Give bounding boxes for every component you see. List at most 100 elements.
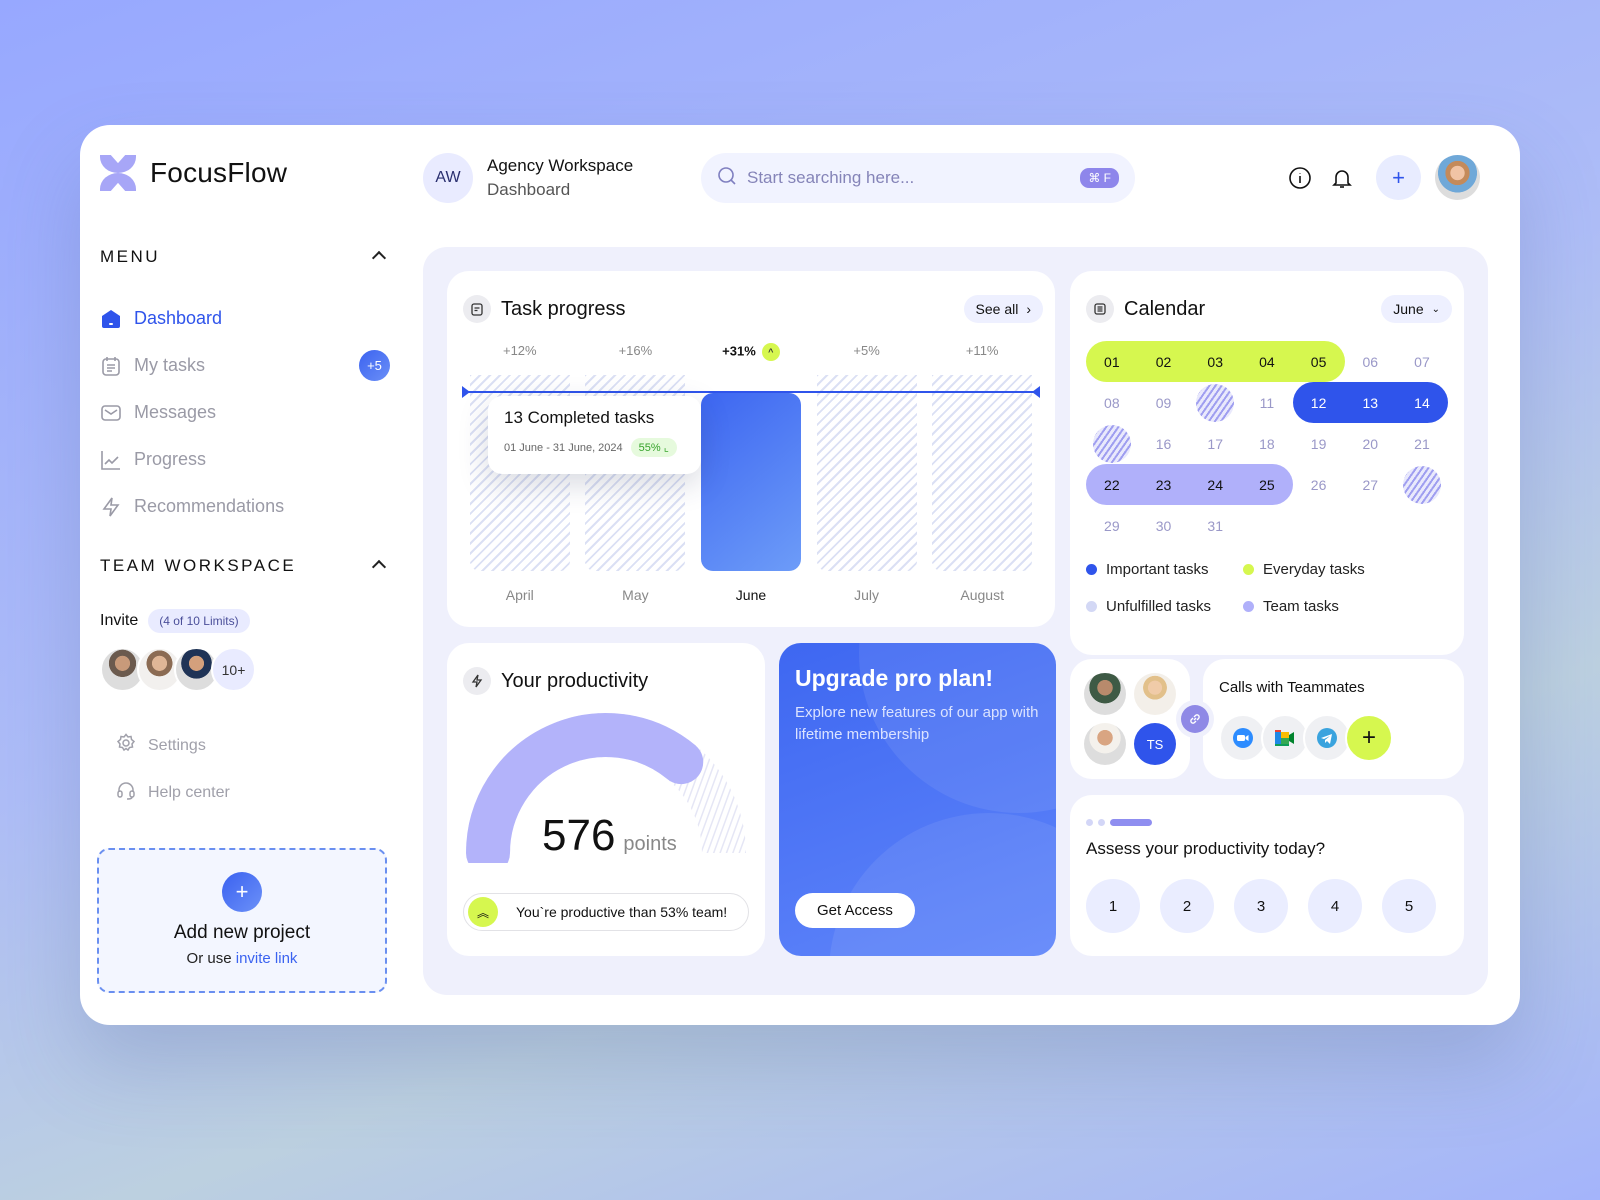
sidebar-item-label: My tasks — [134, 355, 206, 375]
sidebar-item-label: Messages — [134, 402, 217, 422]
workspace-header: AW Agency Workspace Dashboard — [423, 153, 633, 203]
calendar-day[interactable]: 18 — [1241, 423, 1293, 464]
add-project-subtitle: Or use invite link — [99, 950, 385, 967]
add-button[interactable]: + — [1376, 155, 1421, 200]
teammates-card: TS — [1070, 659, 1190, 779]
dashboard-main: Task progress See all › +12% +16% +31% ^ +5%… — [423, 247, 1488, 995]
sidebar-item-dashboard[interactable]: Dashboard — [100, 295, 390, 342]
search-icon — [717, 166, 737, 191]
calendar-week: 08 09 11 12 13 14 — [1086, 382, 1448, 423]
calendar-day[interactable]: 31 — [1189, 505, 1241, 546]
calendar-day[interactable] — [1189, 382, 1241, 423]
avatar[interactable] — [1134, 673, 1176, 715]
menu-section-header[interactable]: MENU — [100, 247, 390, 267]
calendar-day[interactable]: 09 — [1138, 382, 1190, 423]
calendar-day[interactable]: 04 — [1241, 341, 1293, 382]
bell-icon[interactable] — [1328, 164, 1356, 192]
calendar-day[interactable]: 07 — [1396, 341, 1448, 382]
calendar-day[interactable]: 27 — [1344, 464, 1396, 505]
sidebar-item-progress[interactable]: Progress — [100, 436, 390, 483]
calendar-day[interactable]: 12 — [1293, 382, 1345, 423]
zoom-icon[interactable] — [1219, 714, 1267, 762]
calendar-week: 16 17 18 19 20 21 — [1086, 423, 1448, 464]
calendar-day[interactable]: 05 — [1293, 341, 1345, 382]
upgrade-title: Upgrade pro plan! — [795, 665, 994, 691]
team-avatars: 10+ — [100, 647, 256, 692]
productivity-title: Your productivity — [501, 669, 649, 692]
google-meet-icon[interactable] — [1261, 714, 1309, 762]
calendar-day[interactable]: 17 — [1189, 423, 1241, 464]
calendar-day[interactable] — [1396, 464, 1448, 505]
rating-option[interactable]: 3 — [1234, 879, 1288, 933]
add-call-app-button[interactable]: + — [1345, 714, 1393, 762]
productivity-header: Your productivity — [463, 667, 648, 695]
invite-link[interactable]: invite link — [236, 950, 298, 967]
team-section-header[interactable]: TEAM WORKSPACE — [100, 556, 390, 576]
range-line[interactable] — [462, 386, 1040, 398]
calendar-day[interactable]: 13 — [1344, 382, 1396, 423]
calendar-title: Calendar — [1124, 297, 1206, 320]
chevron-up-icon[interactable] — [371, 559, 387, 575]
calendar-day[interactable]: 25 — [1241, 464, 1293, 505]
tasks-count-badge: +5 — [359, 350, 390, 381]
workspace-avatar[interactable]: AW — [423, 153, 473, 203]
rating-option[interactable]: 2 — [1160, 879, 1214, 933]
calendar-day[interactable]: 02 — [1138, 341, 1190, 382]
invite-limit-badge: (4 of 10 Limits) — [148, 609, 250, 633]
calendar-day[interactable]: 22 — [1086, 464, 1138, 505]
calendar-day[interactable]: 29 — [1086, 505, 1138, 546]
sidebar-item-settings[interactable]: Settings — [116, 722, 230, 769]
invite-label[interactable]: Invite — [100, 612, 138, 630]
sidebar-item-recommendations[interactable]: Recommendations — [100, 483, 390, 530]
chevron-up-icon[interactable] — [371, 250, 387, 266]
calendar-day[interactable]: 06 — [1344, 341, 1396, 382]
change-label: +16% — [618, 343, 653, 358]
logo[interactable]: FocusFlow — [100, 155, 287, 191]
calendar-day[interactable]: 03 — [1189, 341, 1241, 382]
avatar-initials[interactable]: TS — [1134, 723, 1176, 765]
rating-option[interactable]: 1 — [1086, 879, 1140, 933]
bar-july[interactable] — [816, 375, 917, 571]
search-input[interactable] — [747, 168, 1071, 188]
link-button[interactable] — [1176, 700, 1214, 738]
avatar[interactable] — [1084, 673, 1126, 715]
calendar-day[interactable]: 08 — [1086, 382, 1138, 423]
calendar-day[interactable]: 23 — [1138, 464, 1190, 505]
sidebar-item-help-center[interactable]: Help center — [116, 769, 230, 816]
calendar-day[interactable]: 01 — [1086, 341, 1138, 382]
see-all-button[interactable]: See all › — [963, 295, 1043, 323]
change-label: +31% ^ — [693, 343, 809, 361]
calendar-day[interactable]: 21 — [1396, 423, 1448, 464]
sidebar-item-my-tasks[interactable]: My tasks +5 — [100, 342, 390, 389]
info-icon[interactable] — [1286, 164, 1314, 192]
gear-icon — [116, 733, 136, 758]
more-members[interactable]: 10+ — [211, 647, 256, 692]
get-access-button[interactable]: Get Access — [795, 893, 915, 928]
calendar-day[interactable] — [1086, 423, 1138, 464]
calendar-day[interactable]: 16 — [1138, 423, 1190, 464]
step-dot — [1086, 819, 1093, 826]
bar-june[interactable] — [701, 393, 801, 571]
calendar-day[interactable]: 20 — [1344, 423, 1396, 464]
mail-icon — [100, 402, 122, 424]
user-avatar[interactable] — [1435, 155, 1480, 200]
calendar-day[interactable]: 19 — [1293, 423, 1345, 464]
rating-option[interactable]: 4 — [1308, 879, 1362, 933]
unfulfilled-day-marker — [1402, 465, 1441, 504]
add-project-dropzone[interactable]: + Add new project Or use invite link — [97, 848, 387, 993]
rating-option[interactable]: 5 — [1382, 879, 1436, 933]
telegram-icon[interactable] — [1303, 714, 1351, 762]
sidebar-item-messages[interactable]: Messages — [100, 389, 390, 436]
add-project-button[interactable]: + — [222, 872, 262, 912]
calendar-day[interactable]: 26 — [1293, 464, 1345, 505]
month-select[interactable]: June ⌄ — [1381, 295, 1452, 323]
calendar-day[interactable]: 30 — [1138, 505, 1190, 546]
link-icon — [1181, 705, 1209, 733]
calendar-day[interactable]: 11 — [1241, 382, 1293, 423]
assess-question: Assess your productivity today? — [1086, 839, 1326, 858]
avatar[interactable] — [1084, 723, 1126, 765]
bar-august[interactable] — [932, 375, 1033, 571]
calls-title: Calls with Teammates — [1219, 679, 1365, 696]
calendar-day[interactable]: 24 — [1189, 464, 1241, 505]
calendar-day[interactable]: 14 — [1396, 382, 1448, 423]
